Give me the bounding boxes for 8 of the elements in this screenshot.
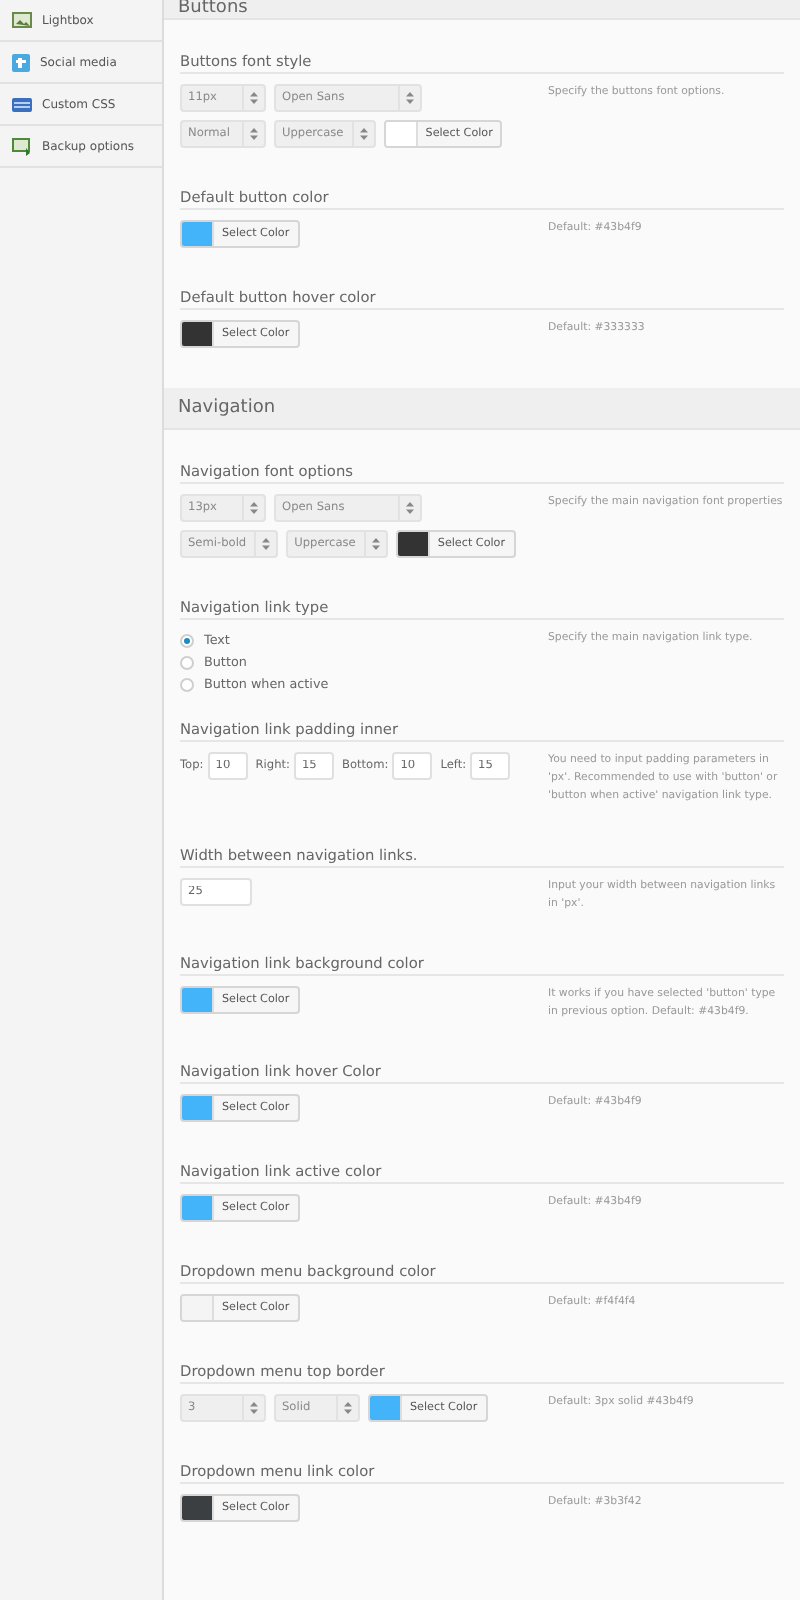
radio-button[interactable]: [180, 677, 194, 691]
picture-icon: [12, 12, 32, 28]
keyboard-icon: [12, 97, 32, 111]
section-header: Navigation: [164, 388, 800, 430]
radio-button[interactable]: [180, 633, 194, 647]
radio-button[interactable]: [180, 655, 194, 669]
tile-icon: [12, 53, 30, 71]
picture-icon: [12, 137, 32, 155]
